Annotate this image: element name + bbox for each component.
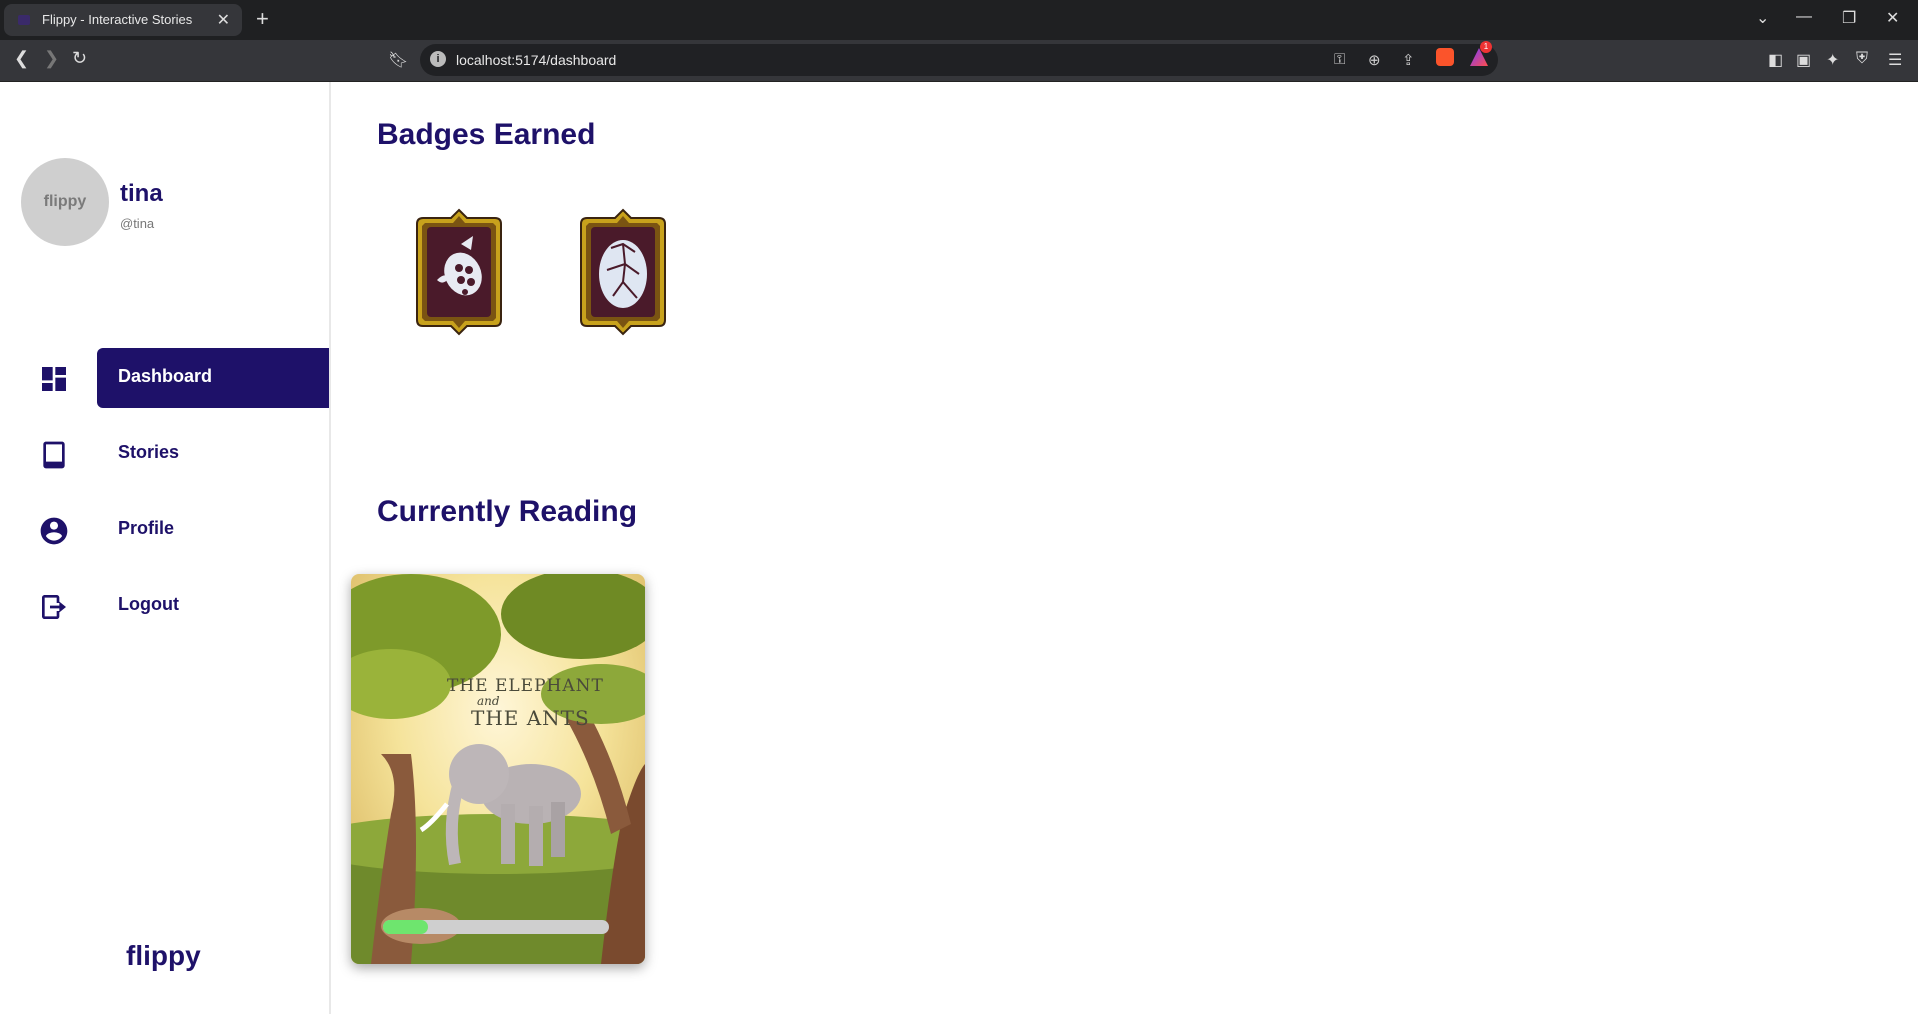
forward-icon[interactable]: ❯ (44, 48, 59, 69)
sidebar-toggle-icon[interactable]: ◧ (1768, 50, 1783, 70)
avatar[interactable]: flippy (21, 158, 109, 246)
brand-logo[interactable]: flippy (126, 940, 201, 972)
reading-progress-fill (383, 920, 429, 934)
turtle-badge-icon[interactable] (415, 208, 503, 336)
address-bar[interactable]: i localhost:5174/dashboard ⚿ ⊕ ⇪ (420, 44, 1498, 76)
favicon-icon (18, 15, 30, 25)
bookmark-icon[interactable]: 🔖︎ (388, 50, 408, 70)
browser-toolbar: ❮ ❯ ↻ 🔖︎ i localhost:5174/dashboard ⚿ ⊕ … (0, 40, 1918, 82)
book-title-line-1: THE ELEPHANT (447, 676, 604, 696)
key-icon[interactable]: ⚿ (1334, 51, 1345, 68)
logout-icon (42, 595, 66, 619)
browser-tab[interactable]: Flippy - Interactive Stories ✕ (4, 4, 242, 36)
site-info-icon[interactable]: i (430, 51, 446, 67)
close-tab-icon[interactable]: ✕ (217, 10, 230, 30)
close-window-icon[interactable]: ✕ (1886, 8, 1899, 28)
sidebar-item-label: Stories (118, 442, 180, 462)
user-handle: @tina (120, 216, 155, 231)
minimize-icon[interactable]: — (1796, 8, 1812, 26)
tab-list-icon[interactable]: ⌄ (1756, 8, 1769, 28)
menu-icon[interactable]: ☰ (1888, 50, 1902, 70)
user-name: tina (120, 180, 163, 207)
sidebar-item-dashboard[interactable]: Dashboard (0, 348, 329, 408)
brave-shields-icon[interactable] (1436, 48, 1454, 66)
dashboard-icon (42, 367, 66, 391)
sidebar-item-label: Dashboard (118, 366, 213, 386)
restore-icon[interactable]: ❐ (1842, 8, 1856, 28)
url-text[interactable]: localhost:5174/dashboard (456, 52, 616, 68)
badges-heading: Badges Earned (377, 118, 596, 151)
book-title-line-3: THE ANTS (471, 706, 590, 730)
sidebar-item-stories[interactable]: Stories (0, 424, 329, 484)
book-cover-image (351, 574, 645, 964)
wallet-icon[interactable]: ▣ (1796, 50, 1811, 70)
share-icon[interactable]: ⇪ (1402, 51, 1415, 69)
book-icon (43, 441, 65, 469)
sidebar: flippy tina @tina Dashboard Stories Prof… (0, 82, 331, 1014)
reading-progress-bar (383, 920, 609, 934)
sidebar-item-logout[interactable]: Logout (0, 576, 329, 636)
vpn-icon[interactable]: ⛨ (1856, 50, 1868, 68)
zoom-icon[interactable]: ⊕ (1368, 51, 1381, 69)
tab-title: Flippy - Interactive Stories (42, 12, 193, 27)
browser-tab-bar: Flippy - Interactive Stories ✕ + ⌄ — ❐ ✕ (0, 0, 1918, 40)
sidebar-item-label: Logout (118, 594, 179, 614)
main-content: Badges Earned Currently Reading THE ELEP… (331, 82, 1918, 1014)
current-book-card[interactable]: THE ELEPHANT and THE ANTS (351, 574, 645, 964)
back-icon[interactable]: ❮ (14, 48, 29, 69)
egg-badge-icon[interactable] (579, 208, 667, 336)
account-circle-icon (40, 517, 68, 545)
notification-count: 1 (1480, 41, 1492, 53)
new-tab-icon[interactable]: + (256, 6, 269, 32)
sidebar-item-label: Profile (118, 518, 175, 538)
sidebar-item-profile[interactable]: Profile (0, 500, 329, 560)
reload-icon[interactable]: ↻ (72, 48, 87, 69)
leo-ai-icon[interactable]: ✦ (1826, 50, 1839, 70)
reading-heading: Currently Reading (377, 495, 638, 528)
